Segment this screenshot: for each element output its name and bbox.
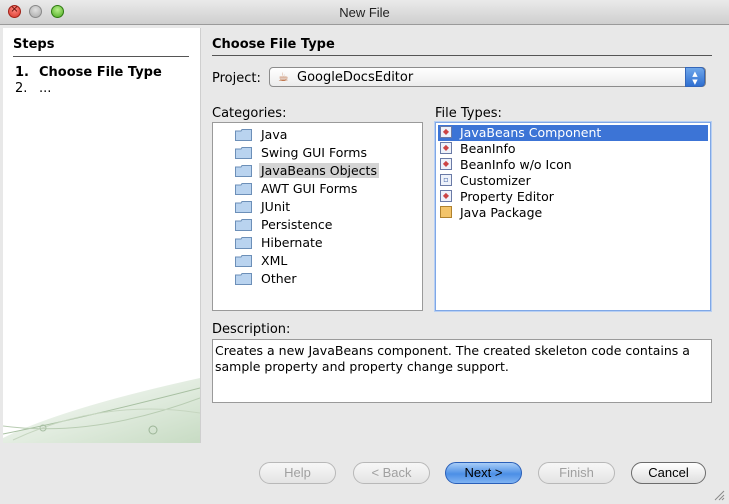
- folder-icon: [235, 147, 252, 159]
- folder-icon: [235, 183, 252, 195]
- file-type-item-java-package[interactable]: Java Package: [438, 205, 708, 221]
- file-type-item-beaninfo-without-icon[interactable]: ◆ BeanInfo w/o Icon: [438, 157, 708, 173]
- project-select[interactable]: ☕ GoogleDocsEditor ▲ ▼: [269, 67, 706, 87]
- file-type-label: BeanInfo: [460, 141, 516, 156]
- step-2: 2....: [15, 81, 51, 96]
- help-button[interactable]: Help: [259, 462, 336, 484]
- category-label: Other: [261, 271, 297, 286]
- page-title: Choose File Type: [212, 37, 712, 56]
- category-label: AWT GUI Forms: [261, 181, 358, 196]
- select-arrows-icon: ▲ ▼: [685, 67, 705, 87]
- java-project-icon: ☕: [278, 70, 289, 84]
- next-button[interactable]: Next >: [445, 462, 522, 484]
- folder-icon: [235, 129, 252, 141]
- steps-heading: Steps: [13, 37, 189, 57]
- resize-grip-icon[interactable]: [713, 489, 725, 501]
- category-label: XML: [261, 253, 288, 268]
- file-types-label: File Types:: [435, 106, 502, 121]
- category-label: Hibernate: [261, 235, 323, 250]
- folder-icon: [235, 255, 252, 267]
- folder-icon: [235, 237, 252, 249]
- file-type-item-beaninfo[interactable]: ◆ BeanInfo: [438, 141, 708, 157]
- bean-file-icon: ◆: [440, 190, 452, 202]
- file-type-item-customizer[interactable]: ▫ Customizer: [438, 173, 708, 189]
- folder-icon: [235, 219, 252, 231]
- categories-label: Categories:: [212, 106, 287, 121]
- description-label: Description:: [212, 322, 291, 337]
- back-button[interactable]: < Back: [353, 462, 430, 484]
- bean-file-icon: ◆: [440, 158, 452, 170]
- file-type-label: Customizer: [460, 173, 531, 188]
- step-1: 1. Choose File Type: [15, 65, 162, 80]
- steps-decoration-graphic: [3, 378, 200, 443]
- step-number: 1.: [15, 65, 29, 80]
- category-label: JUnit: [261, 199, 291, 214]
- description-text: Creates a new JavaBeans component. The c…: [212, 339, 712, 403]
- file-types-list[interactable]: ◆ JavaBeans Component ◆ BeanInfo ◆ BeanInfo…: [435, 122, 711, 311]
- step-label: ...: [39, 81, 52, 96]
- file-type-item-property-editor[interactable]: ◆ Property Editor: [438, 189, 708, 205]
- category-label: Persistence: [261, 217, 333, 232]
- category-label: JavaBeans Objects: [259, 163, 379, 178]
- folder-icon: [235, 201, 252, 213]
- category-label: Swing GUI Forms: [261, 145, 367, 160]
- package-icon: [440, 206, 452, 218]
- window-title: New File: [339, 5, 390, 20]
- project-value: GoogleDocsEditor: [297, 70, 414, 85]
- steps-panel: Steps 1. Choose File Type 2....: [3, 28, 201, 443]
- folder-icon: [235, 273, 252, 285]
- step-label: Choose File Type: [39, 65, 162, 80]
- folder-icon: [235, 165, 252, 177]
- bean-file-icon: ◆: [440, 142, 452, 154]
- category-label: Java: [261, 127, 288, 142]
- file-type-label: Java Package: [460, 205, 543, 220]
- project-label: Project:: [212, 71, 261, 86]
- bean-file-icon: ◆: [440, 126, 452, 138]
- file-type-label: BeanInfo w/o Icon: [460, 157, 572, 172]
- cancel-button[interactable]: Cancel: [631, 462, 706, 484]
- file-type-item-javabeans-component[interactable]: ◆ JavaBeans Component: [438, 125, 708, 141]
- finish-button[interactable]: Finish: [538, 462, 615, 484]
- new-file-dialog: × New File Steps 1. Choose File Type 2...…: [0, 0, 729, 504]
- file-type-label: Property Editor: [460, 189, 554, 204]
- categories-list[interactable]: Java Swing GUI Forms JavaBeans Objects A…: [212, 122, 423, 311]
- title-bar[interactable]: × New File: [0, 0, 729, 25]
- file-type-label: JavaBeans Component: [460, 125, 602, 140]
- form-file-icon: ▫: [440, 174, 452, 186]
- step-number: 2.: [15, 81, 28, 96]
